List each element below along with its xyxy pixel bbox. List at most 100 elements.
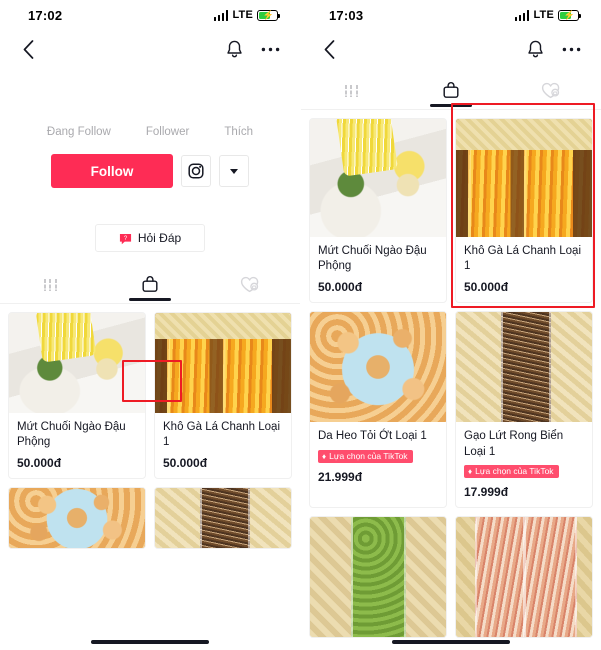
active-tab-underline [129, 298, 171, 301]
right-product-grid: Mứt Chuối Ngào Đậu Phộng 50.000đ Khô Gà … [301, 110, 601, 638]
product-image [310, 312, 446, 423]
product-image [9, 488, 145, 549]
product-price: 21.999đ [318, 469, 363, 484]
more-links-dropdown-button[interactable] [219, 155, 249, 187]
tab-shop[interactable] [100, 266, 200, 303]
qa-bubble-icon: ? [119, 233, 131, 244]
left-product-grid: Mứt Chuối Ngào Đậu Phộng 50.000đ Khô Gà … [0, 304, 300, 550]
product-image [310, 119, 446, 237]
product-image [155, 488, 291, 549]
instagram-icon [188, 163, 204, 179]
status-indicators: LTE ⚡ [213, 9, 281, 21]
network-label: LTE [232, 9, 253, 21]
tiktok-badge-icon: ♦ [322, 451, 327, 461]
product-card-partial[interactable] [8, 487, 146, 550]
product-card[interactable]: Mứt Chuối Ngào Đậu Phộng 50.000đ [8, 312, 146, 480]
heart-lock-icon [240, 276, 259, 293]
screenshot-stage: 17:02 LTE ⚡ Đang Follow Follower Thích F… [0, 0, 601, 650]
product-name: Khô Gà Lá Chanh Loại 1 [163, 421, 281, 449]
qa-button[interactable]: ? Hỏi Đáp [95, 224, 205, 252]
instagram-link-button[interactable] [181, 155, 211, 187]
product-price: 50.000đ [464, 280, 509, 295]
tiktok-choice-badge: ♦ Lựa chọn của TikTok [464, 464, 559, 478]
tab-shop[interactable] [401, 72, 501, 109]
profile-section: Đang Follow Follower Thích Follow ? Hỏi … [0, 68, 300, 252]
left-profile-tabbar [0, 266, 300, 304]
signal-bars-icon [213, 10, 229, 21]
product-card-partial[interactable] [309, 515, 447, 638]
back-button[interactable] [16, 39, 40, 59]
product-card[interactable]: Da Heo Tỏi Ớt Loại 1 ♦ Lựa chọn của TikT… [309, 311, 447, 508]
battery-charging-icon: ⚡ [257, 9, 281, 21]
chevron-down-icon [230, 168, 238, 174]
grid-posts-icon [43, 278, 57, 291]
product-card-partial[interactable] [154, 487, 292, 550]
qa-label: Hỏi Đáp [137, 231, 182, 245]
right-profile-tabbar [301, 72, 601, 110]
product-name: Da Heo Tỏi Ớt Loại 1 [318, 430, 427, 443]
follow-button[interactable]: Follow [51, 154, 173, 188]
right-nav-bar [301, 30, 601, 68]
badge-label: Lựa chọn của TikTok [475, 466, 554, 477]
product-price: 17.999đ [464, 484, 509, 499]
active-tab-underline [430, 104, 472, 107]
more-options-button[interactable] [261, 47, 280, 52]
notifications-button[interactable] [226, 40, 243, 59]
stat-followers[interactable]: Follower [146, 126, 189, 138]
left-phone-screen: 17:02 LTE ⚡ Đang Follow Follower Thích F… [0, 0, 300, 650]
product-image [456, 312, 592, 423]
product-card[interactable]: Khô Gà Lá Chanh Loại 1 50.000đ [154, 312, 292, 480]
battery-charging-icon: ⚡ [558, 9, 582, 21]
product-name: Khô Gà Lá Chanh Loại 1 [464, 245, 582, 273]
chevron-left-icon [324, 39, 334, 59]
back-button[interactable] [317, 39, 341, 59]
tab-posts[interactable] [301, 72, 401, 109]
left-status-bar: 17:02 LTE ⚡ [0, 0, 300, 30]
profile-stats-row: Đang Follow Follower Thích [0, 126, 300, 138]
product-image [456, 119, 592, 237]
tab-liked[interactable] [501, 72, 601, 109]
notifications-button[interactable] [527, 40, 544, 59]
product-image [9, 313, 145, 413]
product-card[interactable]: Khô Gà Lá Chanh Loại 1 50.000đ [455, 118, 593, 304]
badge-label: Lựa chọn của TikTok [329, 451, 408, 462]
product-card[interactable]: Mứt Chuối Ngào Đậu Phộng 50.000đ [309, 118, 447, 304]
product-name: Gạo Lứt Rong Biển Loại 1 [464, 430, 564, 458]
grid-posts-icon [344, 84, 358, 97]
tab-liked[interactable] [200, 266, 300, 303]
left-nav-bar [0, 30, 300, 68]
more-horizontal-icon [261, 47, 280, 51]
product-name: Mứt Chuối Ngào Đậu Phộng [318, 245, 427, 273]
tiktok-badge-icon: ♦ [468, 466, 473, 476]
tiktok-choice-badge: ♦ Lựa chọn của TikTok [318, 449, 413, 463]
home-indicator [91, 639, 209, 644]
more-horizontal-icon [562, 47, 581, 51]
product-image [155, 313, 291, 413]
bell-icon [528, 40, 543, 57]
product-image [310, 516, 446, 637]
product-price: 50.000đ [163, 456, 208, 471]
stat-likes[interactable]: Thích [224, 126, 253, 138]
shopping-bag-icon [142, 276, 158, 292]
home-indicator [392, 639, 510, 644]
status-time: 17:02 [28, 7, 63, 23]
qa-row: ? Hỏi Đáp [0, 224, 300, 252]
network-label: LTE [533, 9, 554, 21]
more-options-button[interactable] [562, 47, 581, 52]
product-card[interactable]: Gạo Lứt Rong Biển Loại 1 ♦ Lựa chọn của … [455, 311, 593, 508]
product-card-partial[interactable] [455, 515, 593, 638]
stat-following[interactable]: Đang Follow [47, 126, 111, 138]
tab-posts[interactable] [0, 266, 100, 303]
product-price: 50.000đ [17, 456, 62, 471]
product-price: 50.000đ [318, 280, 363, 295]
shopping-bag-icon [443, 82, 459, 98]
product-image [456, 516, 592, 637]
bell-icon [227, 40, 242, 57]
heart-lock-icon [541, 82, 560, 99]
status-indicators: LTE ⚡ [514, 9, 582, 21]
right-phone-screen: 17:03 LTE ⚡ Mứt Chuối Ngào Đậu Phộng 50.… [300, 0, 601, 650]
chevron-left-icon [23, 39, 33, 59]
right-status-bar: 17:03 LTE ⚡ [301, 0, 601, 30]
signal-bars-icon [514, 10, 530, 21]
product-name: Mứt Chuối Ngào Đậu Phộng [17, 421, 126, 449]
